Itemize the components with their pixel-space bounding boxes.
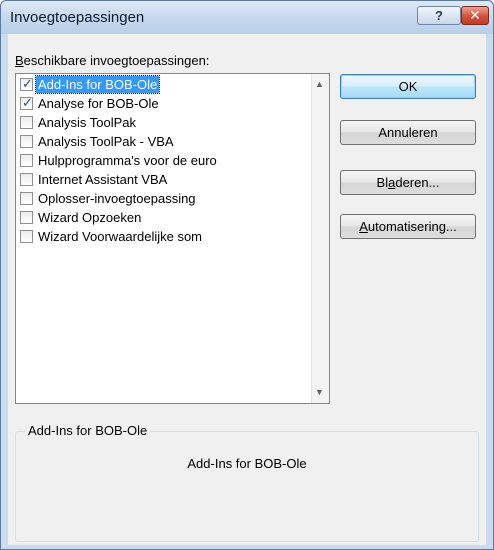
addin-label: Add-Ins for BOB-Ole <box>34 75 161 94</box>
scroll-up-icon[interactable]: ▲ <box>315 79 324 89</box>
addin-checkbox[interactable] <box>20 173 33 186</box>
addin-checkbox[interactable] <box>20 135 33 148</box>
close-icon: ✕ <box>469 7 481 23</box>
description-text: Add-Ins for BOB-Ole <box>187 456 307 471</box>
addin-label: Analyse for BOB-Ole <box>38 96 159 111</box>
addin-label: Wizard Voorwaardelijke som <box>38 229 203 244</box>
addin-list-item[interactable]: Analyse for BOB-Ole <box>17 94 312 113</box>
addin-label: Analysis ToolPak <box>38 115 137 130</box>
title-bar[interactable]: Invoegtoepassingen ? ✕ <box>1 1 493 34</box>
addin-checkbox[interactable] <box>20 116 33 129</box>
addin-label: Oplosser-invoegtoepassing <box>38 191 196 206</box>
addin-label: Analysis ToolPak - VBA <box>38 134 174 149</box>
description-caption: Add-Ins for BOB-Ole <box>25 423 151 438</box>
automation-button[interactable]: Automatisering... <box>340 214 476 239</box>
addins-listbox[interactable]: Add-Ins for BOB-Ole Analyse for BOB-Ole An… <box>15 73 330 404</box>
addin-checkbox[interactable] <box>20 192 33 205</box>
addins-items: Add-Ins for BOB-Ole Analyse for BOB-Ole An… <box>17 75 312 246</box>
cancel-button[interactable]: Annuleren <box>340 120 476 145</box>
help-button[interactable]: ? <box>417 6 461 25</box>
addin-list-item[interactable]: Hulpprogramma's voor de euro <box>17 151 312 170</box>
addin-list-item[interactable]: Oplosser-invoegtoepassing <box>17 189 312 208</box>
window-title: Invoegtoepassingen <box>10 9 145 26</box>
addin-label: Internet Assistant VBA <box>38 172 168 187</box>
addin-list-item[interactable]: Analysis ToolPak <box>17 113 312 132</box>
addin-list-item[interactable]: Analysis ToolPak - VBA <box>17 132 312 151</box>
addin-label: Hulpprogramma's voor de euro <box>38 153 217 168</box>
description-groupbox <box>15 431 479 542</box>
addin-checkbox[interactable] <box>20 76 33 92</box>
addin-checkbox[interactable] <box>20 230 33 243</box>
close-button[interactable]: ✕ <box>461 6 489 25</box>
dialog-body: Beschikbare invoegtoepassingen: Add-Ins … <box>8 34 486 545</box>
addins-list-label: Beschikbare invoegtoepassingen: <box>15 53 210 68</box>
addin-checkbox[interactable] <box>20 95 33 111</box>
scroll-down-icon[interactable]: ▼ <box>315 387 324 397</box>
addin-checkbox[interactable] <box>20 154 33 167</box>
ok-button[interactable]: OK <box>340 74 476 99</box>
browse-button[interactable]: Bl a deren... <box>340 170 476 195</box>
addin-label: Wizard Opzoeken <box>38 210 142 225</box>
addin-list-item[interactable]: Internet Assistant VBA <box>17 170 312 189</box>
addin-list-item[interactable]: Wizard Opzoeken <box>17 208 312 227</box>
addin-checkbox[interactable] <box>20 211 33 224</box>
listbox-scrollbar[interactable]: ▲ ▼ <box>311 74 329 403</box>
addins-dialog: Invoegtoepassingen ? ✕ Beschikbare invoe… <box>0 0 494 550</box>
addin-list-item[interactable]: Wizard Voorwaardelijke som <box>17 227 312 246</box>
addin-list-item[interactable]: Add-Ins for BOB-Ole <box>17 75 312 94</box>
question-mark-icon: ? <box>435 8 443 23</box>
